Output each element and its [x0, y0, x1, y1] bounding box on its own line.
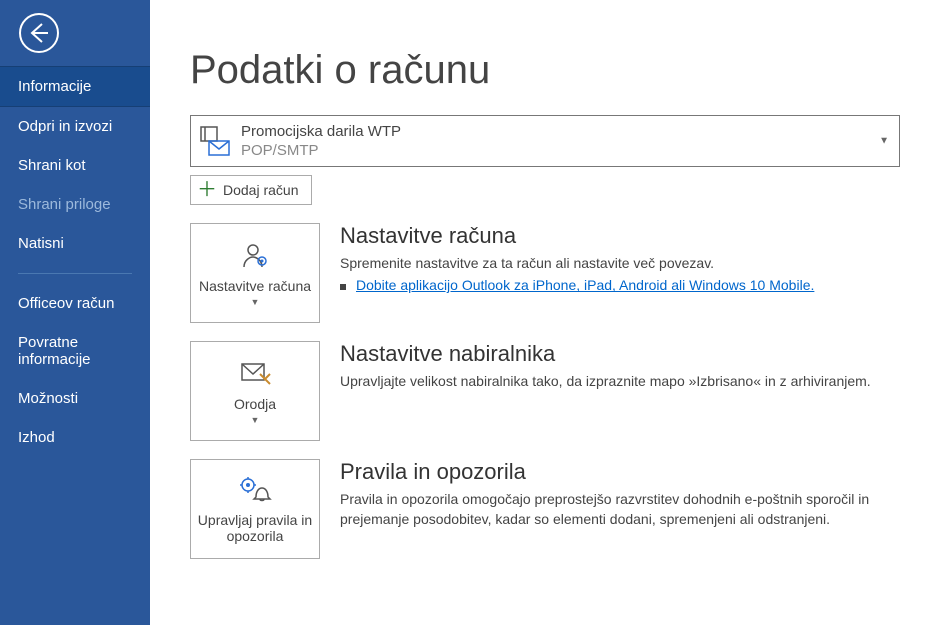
sidebar-item-moznosti[interactable]: Možnosti: [0, 379, 150, 418]
manage-rules-button[interactable]: Upravljaj pravila in opozorila: [190, 459, 320, 559]
back-button[interactable]: [0, 0, 150, 66]
sidebar-item-informacije[interactable]: Informacije: [0, 66, 150, 107]
account-icon: [199, 125, 231, 157]
chevron-down-icon: ▼: [251, 415, 260, 425]
sidebar-item-shrani-kot[interactable]: Shrani kot: [0, 146, 150, 185]
chevron-down-icon: ▼: [879, 136, 889, 147]
section-content: Nastavitve nabiralnika Upravljajte velik…: [340, 341, 900, 441]
bullet-item: Dobite aplikacijo Outlook za iPhone, iPa…: [340, 277, 900, 293]
section-heading: Nastavitve nabiralnika: [340, 341, 900, 367]
plus-icon: ＋: [197, 180, 217, 200]
sidebar-item-label: Izhod: [18, 429, 55, 446]
sidebar: Informacije Odpri in izvozi Shrani kot S…: [0, 0, 150, 625]
sidebar-item-label: Officeov račun: [18, 295, 114, 312]
section-content: Nastavitve računa Spremenite nastavitve …: [340, 223, 900, 323]
back-arrow-icon: [18, 12, 60, 54]
button-label: Upravljaj pravila in opozorila: [197, 512, 313, 544]
sidebar-item-odpri[interactable]: Odpri in izvozi: [0, 107, 150, 146]
button-label: Orodja: [234, 396, 276, 412]
rules-bell-icon: [238, 474, 272, 506]
section-content: Pravila in opozorila Pravila in opozoril…: [340, 459, 900, 559]
sidebar-item-natisni[interactable]: Natisni: [0, 224, 150, 263]
chevron-down-icon: ▼: [251, 297, 260, 307]
button-label: Nastavitve računa: [199, 278, 311, 294]
sidebar-item-shrani-priloge: Shrani priloge: [0, 185, 150, 224]
bullet-icon: [340, 284, 346, 290]
sidebar-item-povratne[interactable]: Povratne informacije: [0, 323, 150, 379]
sidebar-item-label: Shrani kot: [18, 157, 86, 174]
sidebar-item-label: Povratne informacije: [18, 334, 91, 368]
section-description: Upravljajte velikost nabiralnika tako, d…: [340, 371, 900, 391]
account-dropdown[interactable]: Promocijska darila WTP POP/SMTP ▼: [190, 115, 900, 167]
section-heading: Nastavitve računa: [340, 223, 900, 249]
section-account-settings: Nastavitve računa ▼ Nastavitve računa Sp…: [190, 223, 900, 323]
page-title: Podatki o računu: [190, 48, 902, 93]
sidebar-item-label: Možnosti: [18, 390, 78, 407]
sidebar-item-label: Shrani priloge: [18, 196, 111, 213]
section-rules: Upravljaj pravila in opozorila Pravila i…: [190, 459, 900, 559]
sidebar-item-office-racun[interactable]: Officeov račun: [0, 284, 150, 323]
account-settings-button[interactable]: Nastavitve računa ▼: [190, 223, 320, 323]
sidebar-item-label: Natisni: [18, 235, 64, 252]
section-mailbox: Orodja ▼ Nastavitve nabiralnika Upravlja…: [190, 341, 900, 441]
add-account-label: Dodaj račun: [223, 182, 299, 198]
sidebar-item-label: Informacije: [18, 78, 91, 95]
person-gear-icon: [240, 240, 270, 272]
sidebar-item-izhod[interactable]: Izhod: [0, 418, 150, 457]
section-description: Pravila in opozorila omogočajo preproste…: [340, 489, 900, 530]
section-description: Spremenite nastavitve za ta račun ali na…: [340, 253, 900, 273]
outlook-mobile-link[interactable]: Dobite aplikacijo Outlook za iPhone, iPa…: [356, 277, 814, 293]
add-account-button[interactable]: ＋ Dodaj račun: [190, 175, 312, 205]
account-text: Promocijska darila WTP POP/SMTP: [241, 123, 401, 159]
mailbox-tools-icon: [238, 358, 272, 390]
tools-button[interactable]: Orodja ▼: [190, 341, 320, 441]
main-panel: Podatki o računu Promocijska darila WTP …: [150, 0, 942, 625]
sidebar-divider: [18, 273, 132, 274]
sidebar-item-label: Odpri in izvozi: [18, 118, 112, 135]
account-name: Promocijska darila WTP: [241, 123, 401, 140]
account-protocol: POP/SMTP: [241, 142, 401, 159]
section-heading: Pravila in opozorila: [340, 459, 900, 485]
